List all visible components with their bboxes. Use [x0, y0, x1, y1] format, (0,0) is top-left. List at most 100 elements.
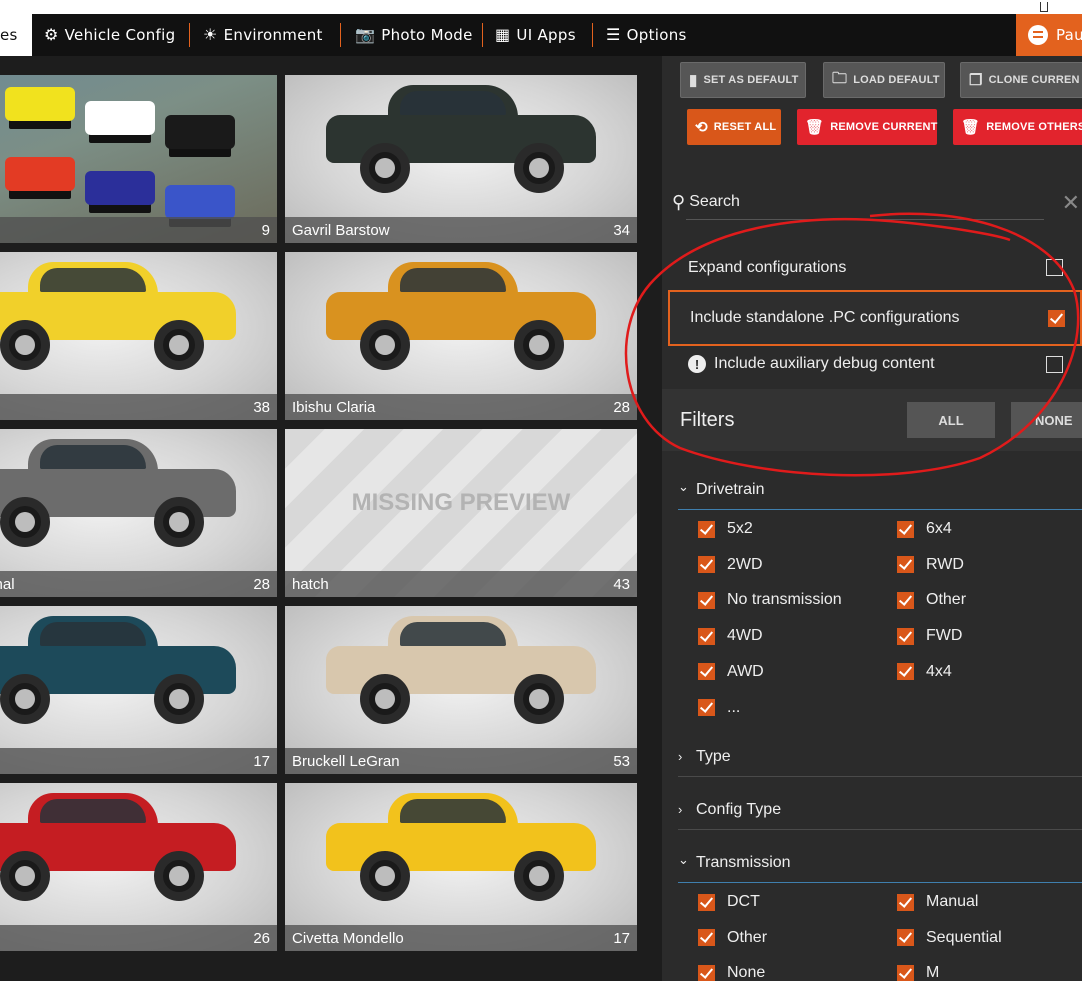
filter-option[interactable]: 6x4 — [897, 520, 952, 538]
vehicle-card[interactable]: and Marshal 28 — [0, 429, 277, 597]
tab-options-label: Options — [626, 26, 687, 44]
filter-option[interactable]: 2WD — [698, 556, 763, 574]
pause-button[interactable]: Pau — [1016, 14, 1082, 56]
filter-option[interactable]: RWD — [897, 556, 964, 574]
filter-option[interactable]: AWD — [698, 663, 764, 681]
filter-option[interactable]: M — [897, 964, 939, 981]
load-default-button[interactable]: 🗀 LOAD DEFAULT — [823, 62, 945, 98]
reset-all-label: RESET ALL — [713, 121, 777, 133]
filter-option-checkbox[interactable] — [897, 520, 914, 538]
filter-option[interactable]: No transmission — [698, 591, 842, 609]
vehicle-card[interactable]: MISSING PREVIEW hatch 43 — [285, 429, 637, 597]
vehicle-card[interactable]: 9 — [0, 75, 277, 243]
truck-shape — [5, 87, 75, 121]
reset-all-button[interactable]: ⟲ RESET ALL — [687, 109, 781, 145]
set-as-default-button[interactable]: ▮ SET AS DEFAULT — [680, 62, 806, 98]
vehicle-caption: Gavril Barstow 34 — [285, 217, 637, 243]
vehicle-wheel — [154, 496, 204, 547]
clone-current-button[interactable]: ❐ CLONE CURREN — [960, 62, 1082, 98]
option-include-standalone-pc[interactable]: Include standalone .PC configurations — [668, 290, 1082, 346]
filter-option-checkbox[interactable] — [897, 929, 914, 947]
camera-icon: 📷 — [355, 25, 376, 44]
expand-configurations-checkbox[interactable] — [1046, 259, 1063, 276]
filter-option-checkbox[interactable] — [897, 964, 914, 981]
vehicle-card[interactable]: Civetta Mondello 17 — [285, 783, 637, 951]
filter-option-label: AWD — [727, 662, 764, 680]
filter-option[interactable]: DCT — [698, 893, 760, 911]
tab-vehicles[interactable]: es — [0, 14, 32, 56]
config-panel: ▮ SET AS DEFAULT 🗀 LOAD DEFAULT ❐ CLONE CUR… — [662, 56, 1082, 981]
filter-option-checkbox[interactable] — [897, 663, 914, 681]
filter-option-checkbox[interactable] — [698, 556, 715, 574]
tab-environment[interactable]: ☀ Environment — [203, 14, 323, 56]
filter-option-checkbox[interactable] — [698, 591, 715, 609]
filter-option-checkbox[interactable] — [698, 929, 715, 947]
filters-all-button[interactable]: ALL — [907, 402, 995, 438]
search-field[interactable]: ⚲ Search ✕ — [662, 182, 1082, 222]
tab-options[interactable]: ☰ Options — [606, 14, 687, 56]
filter-option-checkbox[interactable] — [698, 520, 715, 538]
vehicle-window — [400, 267, 506, 292]
remove-current-label: REMOVE CURRENT — [830, 121, 938, 133]
sd-card-icon: ▮ — [689, 72, 698, 89]
vehicle-card[interactable]: ries17 — [0, 606, 277, 774]
tab-vehicle-config[interactable]: ⚙ Vehicle Config — [44, 14, 175, 56]
remove-current-button[interactable]: 🗑 REMOVE CURRENT — [797, 109, 937, 145]
filter-option[interactable]: ... — [698, 699, 740, 717]
warning-icon: ! — [688, 355, 706, 373]
filters-none-button[interactable]: NONE — [1011, 402, 1082, 438]
vehicle-config-count: 17 — [253, 752, 270, 770]
filter-option-checkbox[interactable] — [897, 556, 914, 574]
filter-option[interactable]: 4x4 — [897, 663, 952, 681]
include-debug-content-checkbox[interactable] — [1046, 356, 1063, 373]
include-standalone-pc-checkbox[interactable] — [1048, 310, 1065, 327]
top-menu-bar: es ⚙ Vehicle Config ☀ Environment 📷 Phot… — [0, 14, 1082, 56]
search-icon: ⚲ — [672, 191, 686, 212]
vehicle-shape — [326, 261, 596, 370]
tab-vehicles-label: es — [0, 26, 18, 44]
vehicle-card[interactable]: Ibishu Claria 28 — [285, 252, 637, 420]
tab-photo-mode[interactable]: 📷 Photo Mode — [355, 14, 473, 56]
vehicle-card[interactable]: olide38 — [0, 252, 277, 420]
filter-section-header[interactable]: › Config Type — [678, 790, 1082, 830]
vehicle-card[interactable]: Bruckell LeGran 53 — [285, 606, 637, 774]
filter-option-label: 2WD — [727, 555, 763, 573]
filter-section-header[interactable]: ⌄ Drivetrain — [678, 470, 1082, 510]
filter-option-checkbox[interactable] — [698, 964, 715, 981]
filter-option-checkbox[interactable] — [897, 893, 914, 911]
vehicle-card[interactable]: listral26 — [0, 783, 277, 951]
filter-option[interactable]: Other — [698, 929, 767, 947]
filter-option[interactable]: None — [698, 964, 765, 981]
filter-option-checkbox[interactable] — [897, 627, 914, 645]
remove-others-button[interactable]: 🗑 REMOVE OTHERS — [953, 109, 1082, 145]
filter-option[interactable]: Sequential — [897, 929, 1002, 947]
vehicle-wheel — [360, 142, 410, 193]
option-expand-configurations[interactable]: Expand configurations — [668, 246, 1082, 290]
vehicle-wheel — [514, 142, 564, 193]
filter-option-label: No transmission — [727, 591, 842, 609]
vehicle-config-count: 28 — [253, 575, 270, 593]
folder-icon: 🗀 — [832, 69, 848, 87]
filter-section-header[interactable]: › Type — [678, 737, 1082, 777]
option-include-debug-content[interactable]: ! Include auxiliary debug content — [668, 342, 1082, 386]
filter-option[interactable]: FWD — [897, 627, 962, 645]
vehicle-wheel — [514, 319, 564, 370]
truck-shape — [85, 171, 155, 205]
filter-option-checkbox[interactable] — [897, 591, 914, 609]
filter-option-checkbox[interactable] — [698, 893, 715, 911]
vehicle-caption: and Marshal 28 — [0, 571, 277, 597]
filter-option[interactable]: 5x2 — [698, 520, 753, 538]
trash-list-icon: 🗑 — [961, 119, 981, 136]
vehicle-card[interactable]: Gavril Barstow 34 — [285, 75, 637, 243]
filter-option-checkbox[interactable] — [698, 627, 715, 645]
filter-option-label: Other — [926, 591, 967, 609]
filter-section-header[interactable]: ⌄ Transmission — [678, 843, 1082, 883]
filter-option-checkbox[interactable] — [698, 663, 715, 681]
tab-ui-apps[interactable]: ▦ UI Apps — [495, 14, 576, 56]
filter-option-checkbox[interactable] — [698, 699, 715, 716]
filter-option[interactable]: 4WD — [698, 627, 763, 645]
filter-option[interactable]: Manual — [897, 893, 978, 911]
filter-option[interactable]: Other — [897, 591, 966, 609]
filter-option-label: DCT — [727, 893, 760, 910]
clear-search-icon[interactable]: ✕ — [1062, 190, 1080, 216]
